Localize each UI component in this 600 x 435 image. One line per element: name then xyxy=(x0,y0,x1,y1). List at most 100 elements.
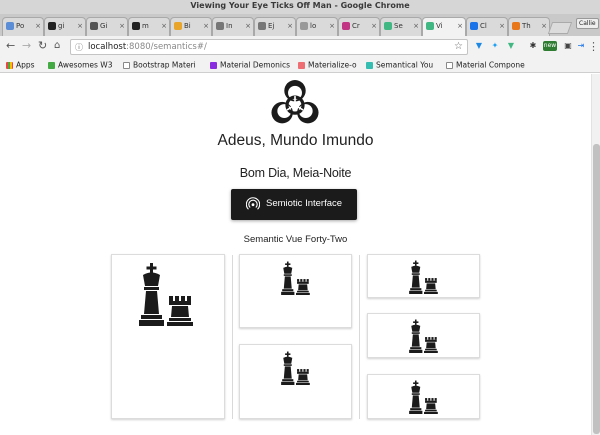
new-tab-button[interactable] xyxy=(547,22,573,34)
window-titlebar: Viewing Your Eye Ticks Off Man - Google … xyxy=(0,0,600,14)
tab-close-icon[interactable]: × xyxy=(287,22,293,30)
github-icon xyxy=(48,22,56,30)
chess-card-right-2[interactable] xyxy=(367,313,480,358)
chess-king-rook-icon xyxy=(409,380,438,414)
tab-close-icon[interactable]: × xyxy=(245,22,251,30)
chess-card-large[interactable] xyxy=(111,254,225,419)
semiotic-interface-label: Semiotic Interface xyxy=(266,198,343,209)
tab-close-icon[interactable]: × xyxy=(35,22,41,30)
chess-king-rook-icon xyxy=(409,319,438,353)
twitter-icon[interactable]: ✦ xyxy=(490,41,500,51)
chess-card-right-1[interactable] xyxy=(367,254,480,298)
semiotic-interface-button[interactable]: Semiotic Interface xyxy=(231,189,357,220)
bookmark-item[interactable]: Bootstrap Materi xyxy=(123,60,196,70)
tab-11[interactable]: Cl × xyxy=(466,17,508,36)
page-title: Adeus, Mundo Imundo xyxy=(217,132,374,149)
chess-king-rook-icon xyxy=(281,351,310,385)
vue-icon xyxy=(384,22,392,30)
chess-card-middle-top[interactable] xyxy=(239,254,352,328)
wifi-tethering-icon xyxy=(246,197,260,210)
extension-arrow-icon[interactable]: ⇥ xyxy=(576,41,586,51)
new-extension-badge[interactable]: new xyxy=(543,41,557,51)
tab-close-icon[interactable]: × xyxy=(457,22,463,30)
tab-favicon xyxy=(258,22,266,30)
apps-grid-icon xyxy=(6,61,13,69)
tab-3[interactable]: m × xyxy=(128,17,170,36)
tab-close-icon[interactable]: × xyxy=(541,22,547,30)
chess-king-rook-icon xyxy=(281,261,310,295)
tab-favicon xyxy=(470,22,478,30)
info-icon[interactable]: ⓘ xyxy=(75,42,83,53)
w3-icon xyxy=(48,61,55,69)
tab-1[interactable]: gi × xyxy=(44,17,86,36)
tab-8[interactable]: Cr × xyxy=(338,17,380,36)
vue-devtools-icon[interactable]: ▼ xyxy=(506,41,516,51)
tab-close-icon[interactable]: × xyxy=(499,22,505,30)
home-button[interactable]: ⌂ xyxy=(54,40,60,52)
tab-close-icon[interactable]: × xyxy=(161,22,167,30)
tab-7[interactable]: lo × xyxy=(296,17,338,36)
bookmark-item[interactable]: Awesomes W3 xyxy=(48,60,112,70)
tab-favicon xyxy=(342,22,350,30)
chrome-menu-icon[interactable]: ⋮ xyxy=(588,40,599,53)
chess-king-rook-icon xyxy=(139,263,193,326)
address-bar[interactable]: ⓘ localhost:8080/semantics#/ ☆ xyxy=(70,39,468,55)
tab-4[interactable]: Bi × xyxy=(170,17,212,36)
scrollbar-thumb[interactable] xyxy=(593,144,600,434)
bookmark-item[interactable]: Material Demonics xyxy=(210,60,290,70)
vue-icon xyxy=(426,22,434,30)
forward-button[interactable]: → xyxy=(22,40,31,52)
page-icon xyxy=(123,61,130,69)
tab-close-icon[interactable]: × xyxy=(77,22,83,30)
tab-close-icon[interactable]: × xyxy=(329,22,335,30)
tab-close-icon[interactable]: × xyxy=(413,22,419,30)
biohazard-icon xyxy=(271,80,319,124)
page-scrollbar[interactable] xyxy=(591,74,600,435)
materialize-icon xyxy=(298,61,305,69)
bookmark-item[interactable]: Material Compone xyxy=(446,60,525,70)
gear-extension-icon[interactable]: ✱ xyxy=(528,41,538,51)
tab-close-icon[interactable]: × xyxy=(119,22,125,30)
reload-button[interactable]: ↻ xyxy=(38,40,47,52)
browser-toolbar: ← → ↻ ⌂ ⓘ localhost:8080/semantics#/ ☆ ▼… xyxy=(0,36,600,58)
page-icon xyxy=(300,22,308,30)
window-title: Viewing Your Eye Ticks Off Man - Google … xyxy=(190,1,410,10)
column-divider xyxy=(359,255,360,419)
section-label: Semantic Vue Forty-Two xyxy=(243,234,348,245)
bookmark-item[interactable]: Materialize-o xyxy=(298,60,357,70)
profile-button[interactable]: Callie xyxy=(576,18,599,29)
tab-12[interactable]: Th × xyxy=(508,17,550,36)
bookmarks-bar: Apps Awesomes W3 Bootstrap Materi Materi… xyxy=(0,58,600,73)
column-divider xyxy=(232,255,233,419)
chess-card-right-3[interactable] xyxy=(367,374,480,419)
tab-10-active[interactable]: Vi × xyxy=(422,17,466,36)
tab-favicon xyxy=(216,22,224,30)
page-icon xyxy=(446,61,453,69)
tab-9[interactable]: Se × xyxy=(380,17,422,36)
github-icon xyxy=(132,22,140,30)
chess-card-middle-bottom[interactable] xyxy=(239,344,352,419)
material-icon xyxy=(210,61,217,69)
tab-close-icon[interactable]: × xyxy=(371,22,377,30)
extension-square-icon[interactable]: ▣ xyxy=(563,41,573,51)
tab-5[interactable]: In × xyxy=(212,17,254,36)
bookmark-apps[interactable]: Apps xyxy=(6,60,35,70)
chess-king-rook-icon xyxy=(409,260,438,294)
semantic-icon xyxy=(366,61,373,69)
tab-close-icon[interactable]: × xyxy=(203,22,209,30)
tab-0[interactable]: Po × xyxy=(2,17,44,36)
tab-favicon xyxy=(512,22,520,30)
url-text[interactable]: localhost:8080/semantics#/ xyxy=(88,42,207,52)
tab-favicon xyxy=(174,22,182,30)
tab-favicon xyxy=(6,22,14,30)
page-content: Adeus, Mundo Imundo Bom Dia, Meia-Noite … xyxy=(0,74,591,435)
tab-favicon xyxy=(90,22,98,30)
bookmark-item[interactable]: Semantical You xyxy=(366,60,433,70)
tab-6[interactable]: Ej × xyxy=(254,17,296,36)
back-button[interactable]: ← xyxy=(6,40,15,52)
tab-2[interactable]: Gi × xyxy=(86,17,128,36)
tab-strip: Po × gi × Gi × m × Bi × In × Ej × lo × Cr × Se × V… xyxy=(0,14,600,36)
extension-v-icon[interactable]: ▼ xyxy=(474,41,484,51)
bookmark-star-icon[interactable]: ☆ xyxy=(454,41,463,52)
page-subtitle: Bom Dia, Meia-Noite xyxy=(239,166,352,180)
